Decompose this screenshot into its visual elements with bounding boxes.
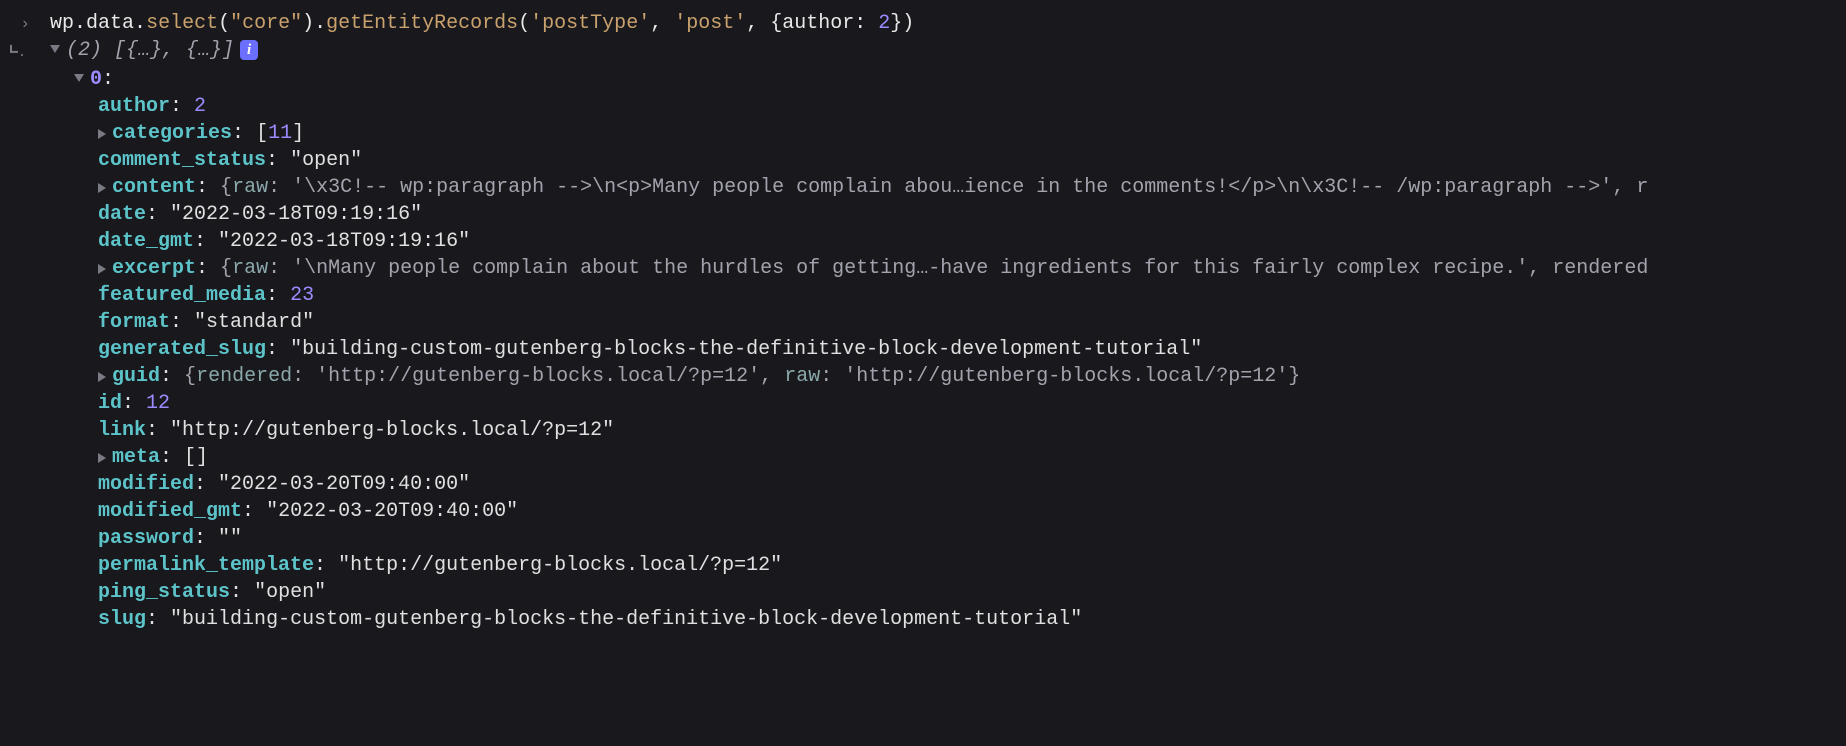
console-result-row: · (2) [{…}, {…}] i [8,37,1838,66]
prop-format: format: "standard" [8,309,1838,336]
prop-excerpt: excerpt: {raw: '\nMany people complain a… [8,255,1838,282]
prop-comment-status: comment_status: "open" [8,147,1838,174]
info-icon[interactable]: i [240,40,258,60]
prop-generated-slug: generated_slug: "building-custom-gutenbe… [8,336,1838,363]
expand-toggle-root[interactable] [50,45,60,53]
response-icon: · [8,47,38,66]
prop-author: author: 2 [8,93,1838,120]
expand-toggle-item-0[interactable] [74,74,84,82]
prop-permalink-template: permalink_template: "http://gutenberg-bl… [8,552,1838,579]
console-input-row[interactable]: › wp.data.select("core").getEntityRecord… [8,10,1838,37]
prop-modified-gmt: modified_gmt: "2022-03-20T09:40:00" [8,498,1838,525]
prop-date-gmt: date_gmt: "2022-03-18T09:19:16" [8,228,1838,255]
prop-categories: categories: [11] [8,120,1838,147]
console-input-code: wp.data.select("core").getEntityRecords(… [38,10,1838,37]
prop-meta: meta: [] [8,444,1838,471]
prop-ping-status: ping_status: "open" [8,579,1838,606]
prop-password: password: "" [8,525,1838,552]
array-preview: [{…}, {…}] [114,39,234,62]
prop-link: link: "http://gutenberg-blocks.local/?p=… [8,417,1838,444]
prop-id: id: 12 [8,390,1838,417]
object-index-row: 0: [8,66,1838,93]
prop-date: date: "2022-03-18T09:19:16" [8,201,1838,228]
expand-toggle-guid[interactable] [98,372,106,382]
prop-modified: modified: "2022-03-20T09:40:00" [8,471,1838,498]
array-index: 0 [90,68,102,91]
array-length: (2) [66,39,102,62]
expand-toggle-meta[interactable] [98,453,106,463]
prop-content: content: {raw: '\x3C!-- wp:paragraph -->… [8,174,1838,201]
prop-guid: guid: {rendered: 'http://gutenberg-block… [8,363,1838,390]
expand-toggle-content[interactable] [98,183,106,193]
expand-toggle-excerpt[interactable] [98,264,106,274]
prop-featured-media: featured_media: 23 [8,282,1838,309]
prompt-icon: › [8,14,38,36]
prop-slug: slug: "building-custom-gutenberg-blocks-… [8,606,1838,633]
expand-toggle-categories[interactable] [98,129,106,139]
